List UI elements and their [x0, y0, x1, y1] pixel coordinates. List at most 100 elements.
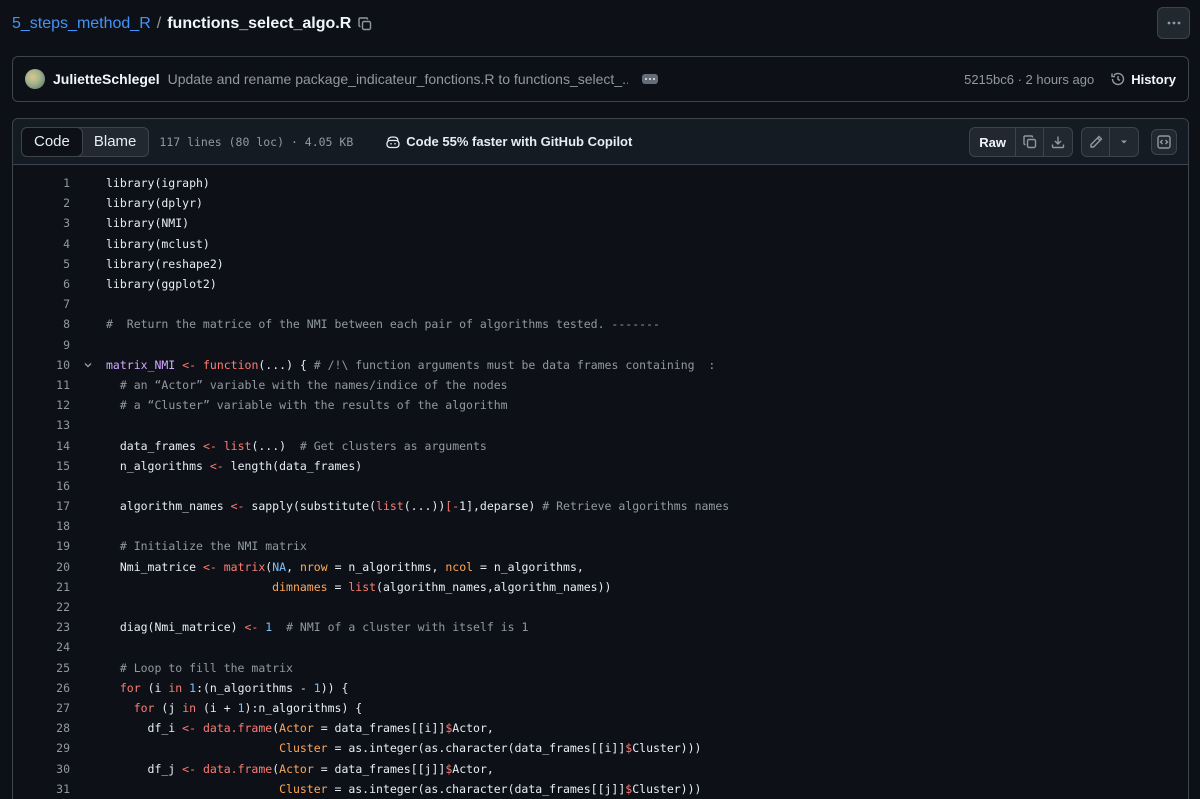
history-button[interactable]: History	[1110, 71, 1176, 87]
line-number[interactable]: 23	[13, 620, 70, 634]
code-line: 23 diag(Nmi_matrice) <- 1 # NMI of a clu…	[13, 617, 1188, 637]
line-number[interactable]: 3	[13, 216, 70, 230]
code-text: dimnames = list(algorithm_names,algorith…	[272, 579, 612, 594]
line-number[interactable]: 9	[13, 338, 70, 352]
line-number[interactable]: 12	[13, 398, 70, 412]
line-number[interactable]: 16	[13, 479, 70, 493]
expand-commit-message-button[interactable]	[641, 74, 658, 84]
line-number[interactable]: 25	[13, 661, 70, 675]
commit-sha-time[interactable]: 5215bc6 · 2 hours ago	[964, 72, 1094, 87]
download-button[interactable]	[1044, 128, 1072, 156]
copilot-label: Code 55% faster with GitHub Copilot	[406, 134, 633, 149]
breadcrumb-repo-link[interactable]: 5_steps_method_R	[12, 15, 151, 33]
code-text: algorithm_names <- sapply(substitute(lis…	[106, 499, 730, 514]
code-line: 28 df_i <- data.frame(Actor = data_frame…	[13, 718, 1188, 738]
line-number[interactable]: 29	[13, 741, 70, 755]
line-number[interactable]: 8	[13, 317, 70, 331]
copy-icon	[1022, 135, 1036, 149]
code-text: df_i <- data.frame(Actor = data_frames[[…	[106, 721, 494, 736]
code-line: 10 matrix_NMI <- function(...) { # /!\ fu…	[13, 355, 1188, 375]
code-text: matrix_NMI <- function(...) { # /!\ func…	[106, 357, 716, 372]
line-number[interactable]: 15	[13, 459, 70, 473]
code-text: library(dplyr)	[106, 196, 203, 211]
code-line: 9	[13, 335, 1188, 355]
copy-path-button[interactable]	[357, 16, 373, 32]
line-number[interactable]: 22	[13, 600, 70, 614]
code-area[interactable]: 1 library(igraph) 2 library(dplyr) 3 library(…	[13, 165, 1188, 799]
line-number[interactable]: 31	[13, 782, 70, 796]
history-label: History	[1131, 71, 1176, 87]
breadcrumb: 5_steps_method_R / functions_select_algo…	[12, 12, 373, 36]
code-line: 2 library(dplyr)	[13, 193, 1188, 213]
copilot-icon	[386, 135, 400, 148]
line-number[interactable]: 2	[13, 196, 70, 210]
line-number[interactable]: 30	[13, 762, 70, 776]
line-number[interactable]: 1	[13, 176, 70, 190]
file-header: Code Blame 117 lines (80 loc) · 4.05 KB …	[13, 119, 1188, 165]
fold-toggle[interactable]	[70, 359, 106, 371]
line-number[interactable]: 26	[13, 681, 70, 695]
edit-file-button[interactable]	[1082, 128, 1110, 156]
code-text: df_j <- data.frame(Actor = data_frames[[…	[106, 761, 494, 776]
line-number[interactable]: 19	[13, 539, 70, 553]
tab-blame[interactable]: Blame	[82, 128, 149, 156]
file-meta: 117 lines (80 loc) · 4.05 KB	[159, 134, 354, 149]
code-text: # a “Cluster” variable with the results …	[119, 398, 508, 413]
code-text: library(reshape2)	[106, 256, 224, 271]
code-line: 3 library(NMI)	[13, 213, 1188, 233]
line-number[interactable]: 11	[13, 378, 70, 392]
line-number[interactable]: 21	[13, 580, 70, 594]
code-line: 15 n_algorithms <- length(data_frames)	[13, 456, 1188, 476]
code-line: 26 for (i in 1:(n_algorithms - 1)) {	[13, 678, 1188, 698]
tab-code[interactable]: Code	[21, 126, 83, 157]
download-icon	[1051, 136, 1065, 149]
code-text: # Return the matrice of the NMI between …	[106, 317, 660, 332]
code-text: Nmi_matrice <- matrix(NA, nrow = n_algor…	[106, 559, 584, 574]
pencil-icon	[1089, 135, 1102, 148]
code-line: 7	[13, 294, 1188, 314]
breadcrumb-separator: /	[156, 15, 162, 32]
line-number[interactable]: 24	[13, 640, 70, 654]
code-line: 1 library(igraph)	[13, 173, 1188, 193]
history-icon	[1111, 72, 1125, 86]
code-line: 24	[13, 637, 1188, 657]
copy-raw-button[interactable]	[1016, 128, 1044, 156]
raw-button[interactable]: Raw	[970, 128, 1016, 156]
code-line: 4 library(mclust)	[13, 234, 1188, 254]
code-text: Cluster = as.integer(as.character(data_f…	[279, 741, 702, 756]
chevron-down-icon	[84, 362, 92, 368]
code-line: 25 # Loop to fill the matrix	[13, 658, 1188, 678]
code-square-icon	[1157, 135, 1171, 149]
commit-message-link[interactable]: Update and rename package_indicateur_fon…	[168, 71, 628, 87]
code-line: 12 # a “Cluster” variable with the resul…	[13, 395, 1188, 415]
line-number[interactable]: 20	[13, 560, 70, 574]
code-line: 8 # Return the matrice of the NMI between…	[13, 314, 1188, 334]
line-number[interactable]: 7	[13, 297, 70, 311]
code-line: 17 algorithm_names <- sapply(substitute(…	[13, 496, 1188, 516]
code-line: 16	[13, 476, 1188, 496]
copilot-promo-link[interactable]: Code 55% faster with GitHub Copilot	[385, 134, 632, 150]
code-text: for (i in 1:(n_algorithms - 1)) {	[119, 680, 349, 695]
line-number[interactable]: 17	[13, 499, 70, 513]
code-text: diag(Nmi_matrice) <- 1 # NMI of a cluste…	[106, 620, 529, 635]
line-number[interactable]: 13	[13, 418, 70, 432]
line-number[interactable]: 27	[13, 701, 70, 715]
line-number[interactable]: 18	[13, 519, 70, 533]
line-number[interactable]: 5	[13, 257, 70, 271]
raw-actions-group: Raw	[969, 127, 1073, 157]
edit-menu-button[interactable]	[1110, 128, 1138, 156]
code-text: library(igraph)	[106, 176, 210, 191]
code-line: 13	[13, 415, 1188, 435]
code-line: 14 data_frames <- list(...) # Get cluste…	[13, 435, 1188, 455]
line-number[interactable]: 28	[13, 721, 70, 735]
line-number[interactable]: 6	[13, 277, 70, 291]
commit-author-link[interactable]: JulietteSchlegel	[53, 71, 160, 87]
line-number[interactable]: 4	[13, 237, 70, 251]
symbols-panel-button[interactable]	[1151, 129, 1177, 155]
triangle-down-icon	[1121, 140, 1127, 144]
avatar[interactable]	[25, 69, 45, 89]
more-options-button[interactable]	[1157, 7, 1190, 39]
line-number[interactable]: 10	[13, 358, 70, 372]
code-line: 11 # an “Actor” variable with the names/…	[13, 375, 1188, 395]
line-number[interactable]: 14	[13, 439, 70, 453]
